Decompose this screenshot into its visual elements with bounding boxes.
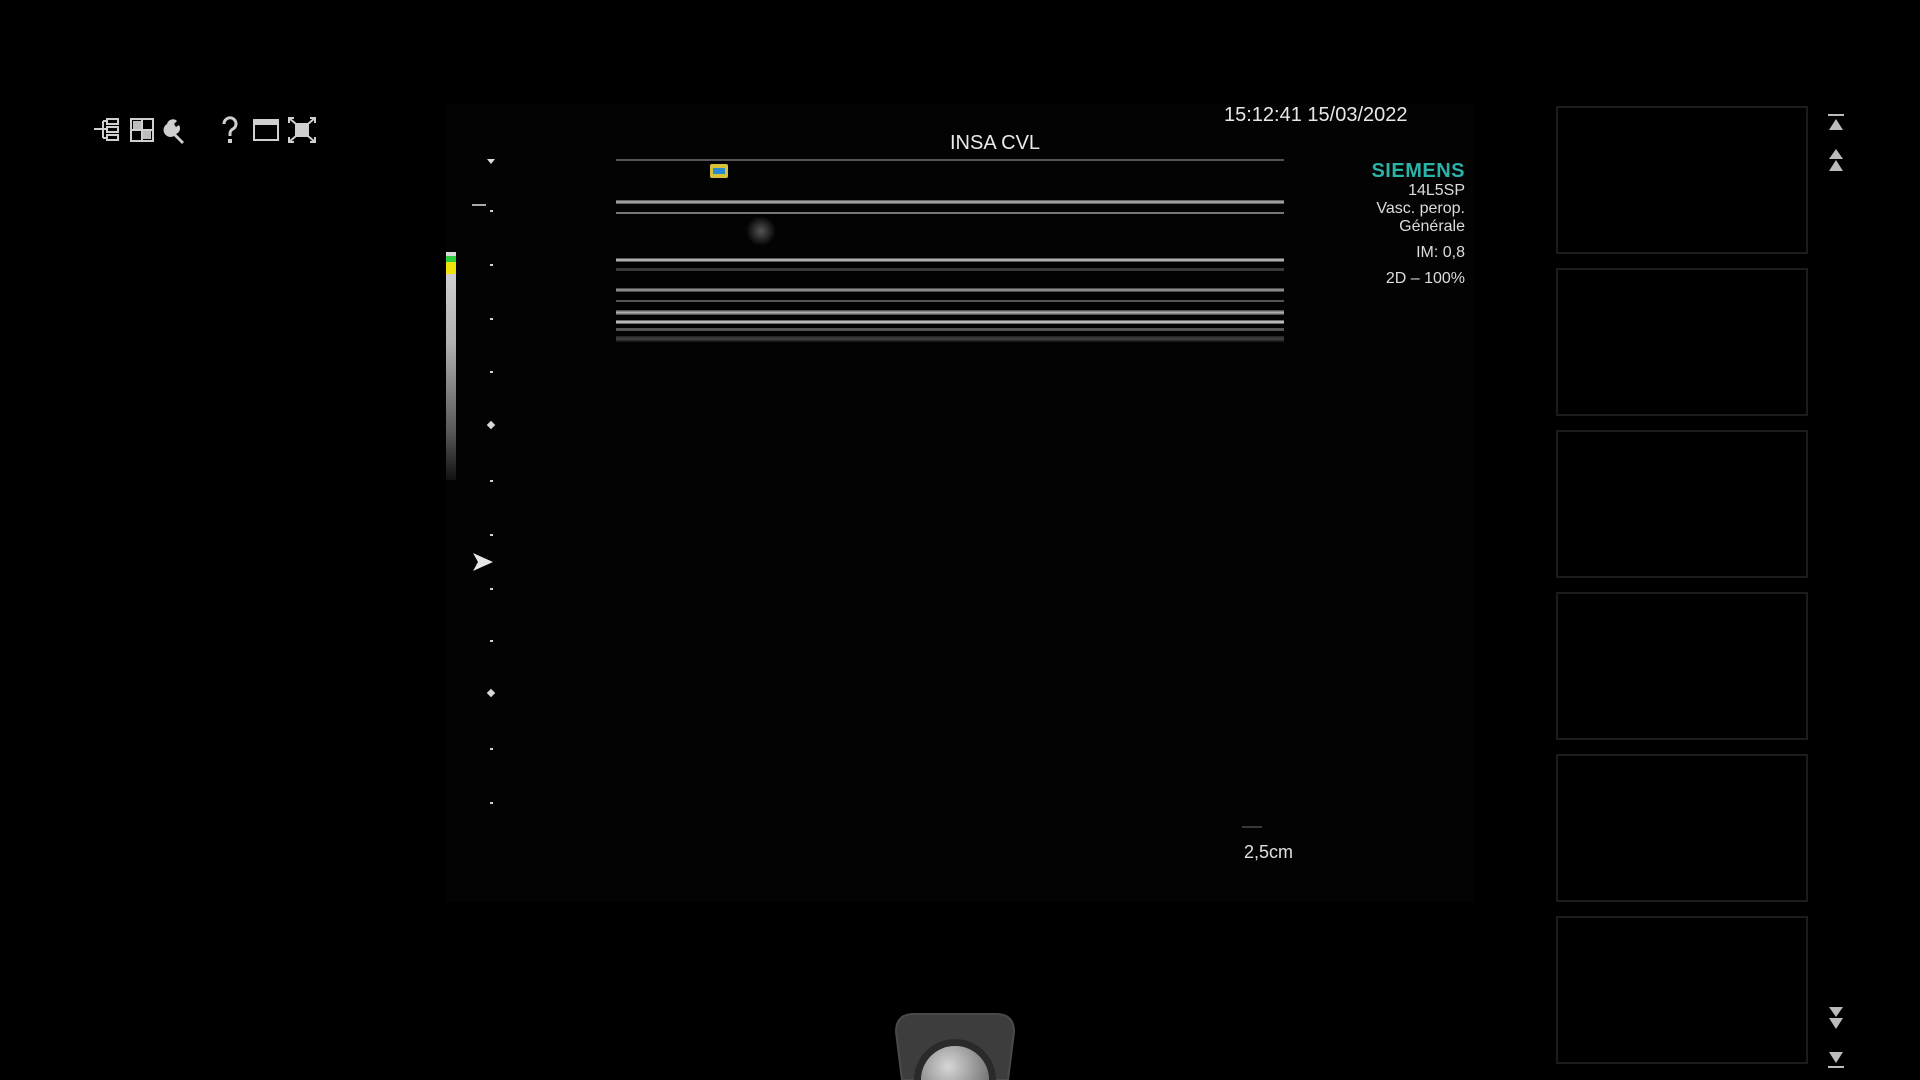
subpreset-label: Générale [1399, 218, 1465, 235]
scroll-top-icon[interactable] [1825, 108, 1847, 136]
help-icon[interactable] [212, 112, 248, 148]
mechanical-index: IM: 0,8 [1416, 244, 1465, 261]
thumbnail-slot[interactable] [1556, 916, 1808, 1064]
thumbnail-slot[interactable] [1556, 754, 1808, 902]
page-up-icon[interactable] [1825, 146, 1847, 174]
depth-marker-line [1242, 826, 1262, 828]
layout-grid-icon[interactable] [124, 112, 160, 148]
ultrasound-image [616, 156, 1284, 346]
thumbnail-slot[interactable] [1556, 106, 1808, 254]
imaging-mode: 2D – 100% [1385, 270, 1465, 287]
scroll-bottom-icon[interactable] [1825, 1046, 1847, 1074]
page-down-icon[interactable] [1825, 1004, 1847, 1032]
focus-bar [472, 204, 486, 206]
acquisition-info: SIEMENS 14L5SP Vasc. perop. Générale IM:… [1371, 160, 1465, 288]
patient-tree-icon[interactable] [88, 112, 124, 148]
timestamp: 15:12:41 15/03/2022 [1224, 104, 1408, 126]
trackball-icon[interactable] [892, 1012, 1018, 1080]
depth-label: 2,5cm [1244, 842, 1294, 862]
transducer-label: 14L5SP [1408, 182, 1465, 199]
thumbnail-slot[interactable] [1556, 430, 1808, 578]
grayscale-map-bar [446, 252, 456, 480]
window-icon[interactable] [248, 112, 284, 148]
brand-logo: SIEMENS [1371, 160, 1465, 182]
ultrasound-screen: 15:12:41 15/03/2022 INSA CVL SIEMENS 14L… [0, 0, 1920, 1080]
thumbnail-slot[interactable] [1556, 268, 1808, 416]
fullscreen-icon[interactable] [284, 112, 320, 148]
depth-scale [486, 156, 498, 806]
toolbar [88, 112, 320, 148]
thumbnail-slot[interactable] [1556, 592, 1808, 740]
probe-orientation-marker [710, 164, 728, 178]
preset-label: Vasc. perop. [1376, 200, 1465, 217]
thumbnail-strip [1556, 106, 1812, 1078]
wrench-icon[interactable] [160, 112, 196, 148]
institution-name: INSA CVL [950, 132, 1041, 154]
focus-arrow-icon[interactable] [472, 552, 494, 577]
